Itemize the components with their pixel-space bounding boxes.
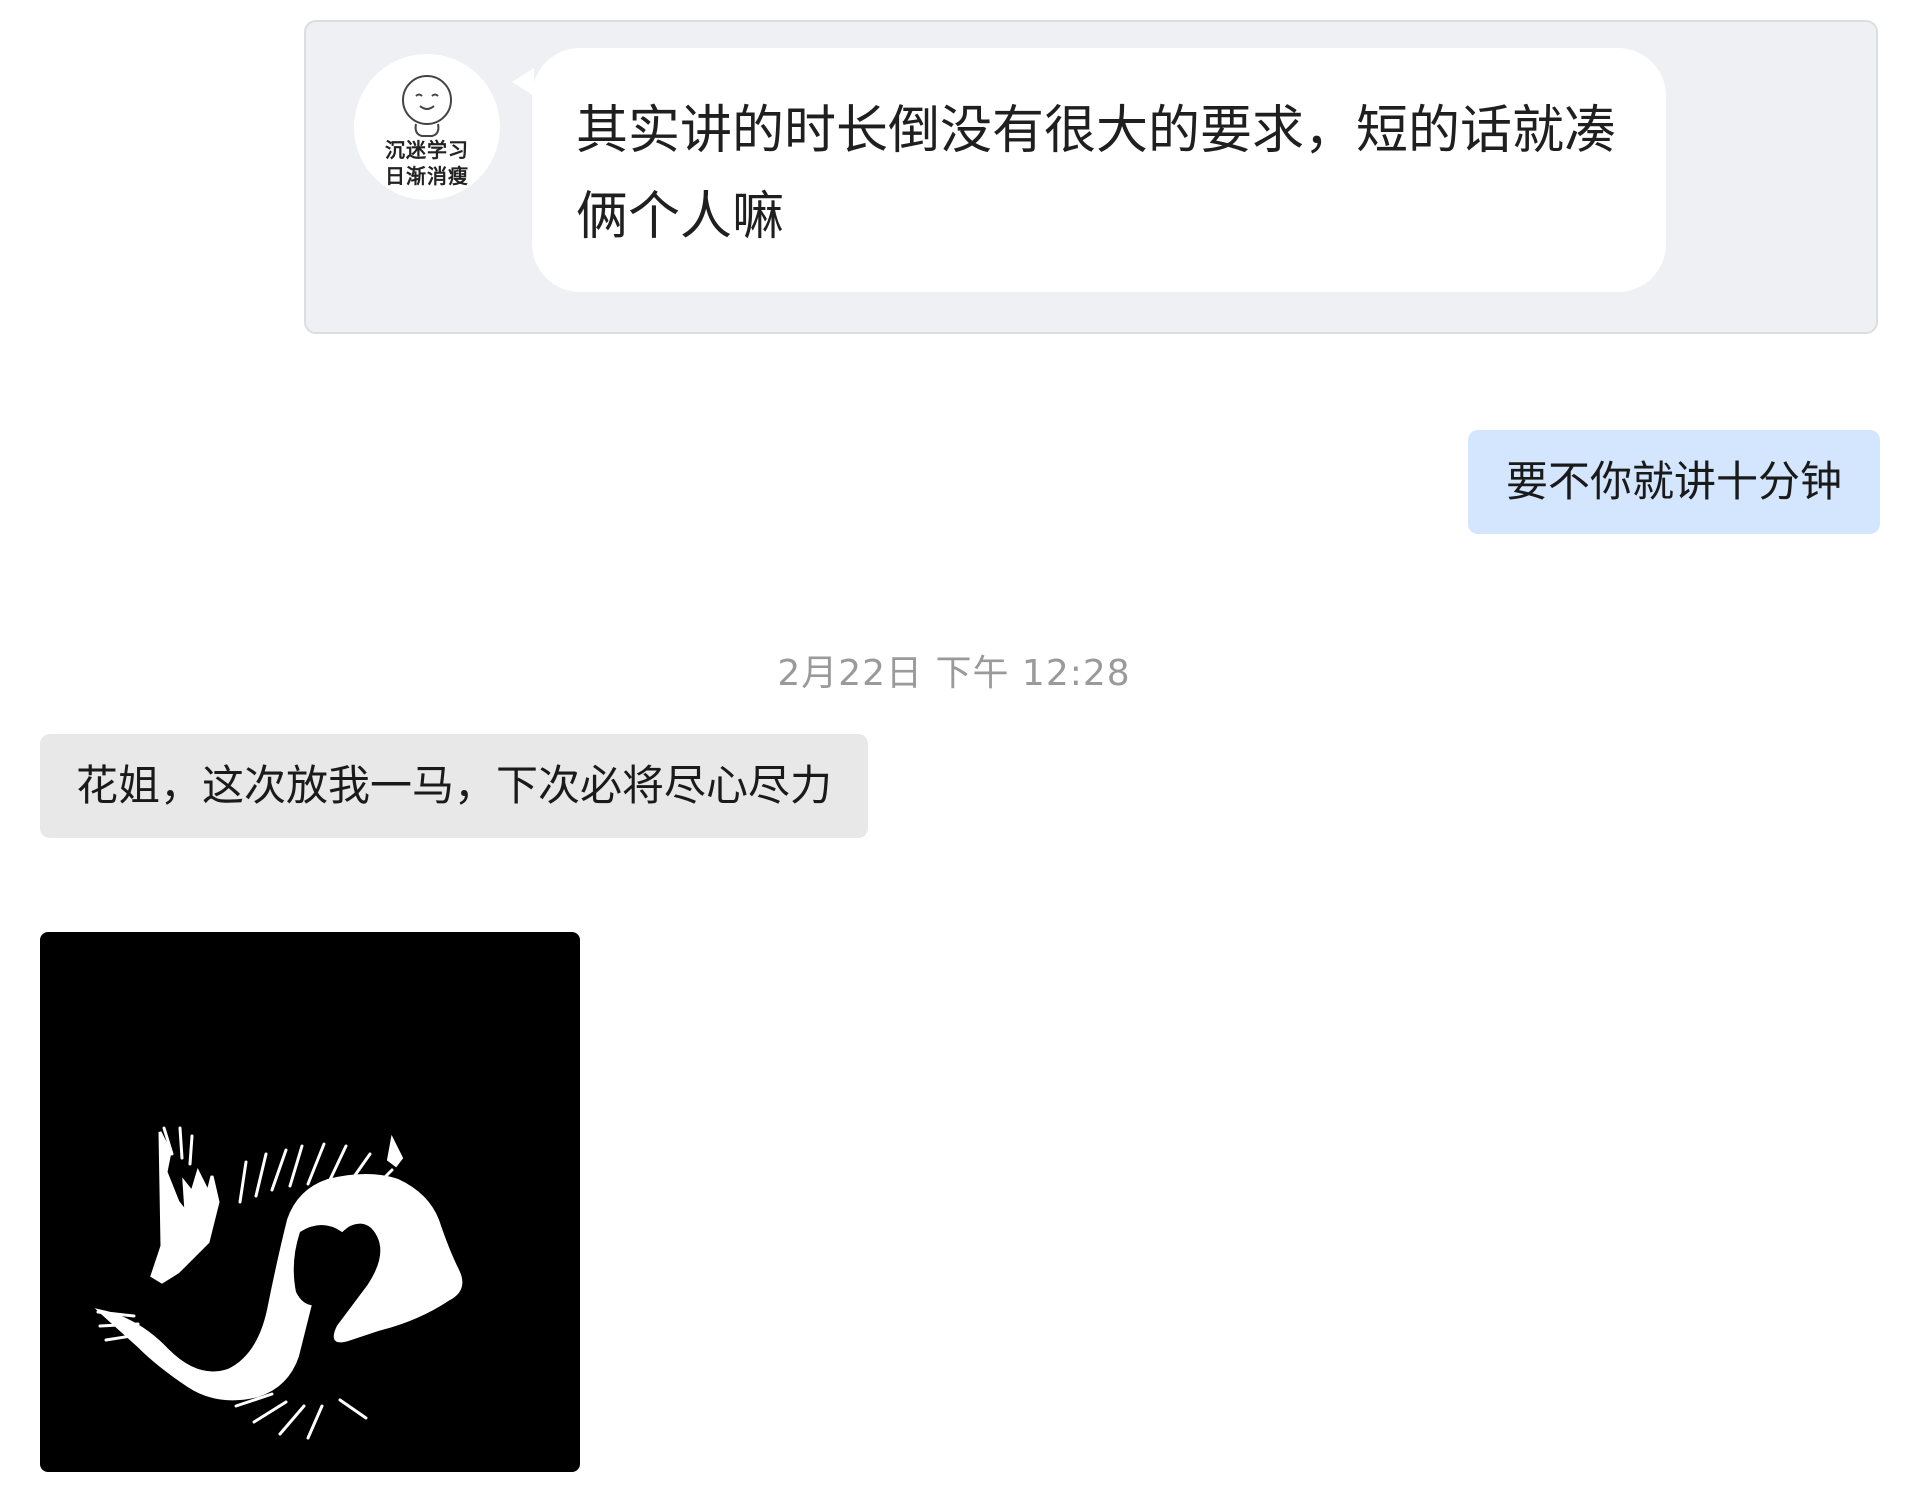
received-message-bubble[interactable]: 花姐，这次放我一马，下次必将尽心尽力 (40, 734, 869, 838)
quoted-message-text: 其实讲的时长倒没有很大的要求，短的话就凑俩个人嘛 (532, 48, 1666, 292)
quoted-message-card[interactable]: 沉迷学习 日渐消瘦 其实讲的时长倒没有很大的要求，短的话就凑俩个人嘛 (304, 20, 1878, 334)
avatar-text-line1: 沉迷学习 (385, 138, 469, 162)
sent-message-bubble[interactable]: 要不你就讲十分钟 (1467, 430, 1880, 534)
bubble-tail (512, 68, 534, 96)
avatar-text-line2: 日渐消瘦 (385, 164, 469, 188)
chat-conversation: 沉迷学习 日渐消瘦 其实讲的时长倒没有很大的要求，短的话就凑俩个人嘛 要不你就讲… (0, 0, 1908, 1490)
avatar[interactable]: 沉迷学习 日渐消瘦 (354, 54, 500, 200)
sticker-image[interactable] (40, 932, 580, 1472)
message-timestamp: 2月22日 下午 12:28 (777, 653, 1131, 694)
brush-calligraphy-sticker-icon (94, 1126, 463, 1440)
